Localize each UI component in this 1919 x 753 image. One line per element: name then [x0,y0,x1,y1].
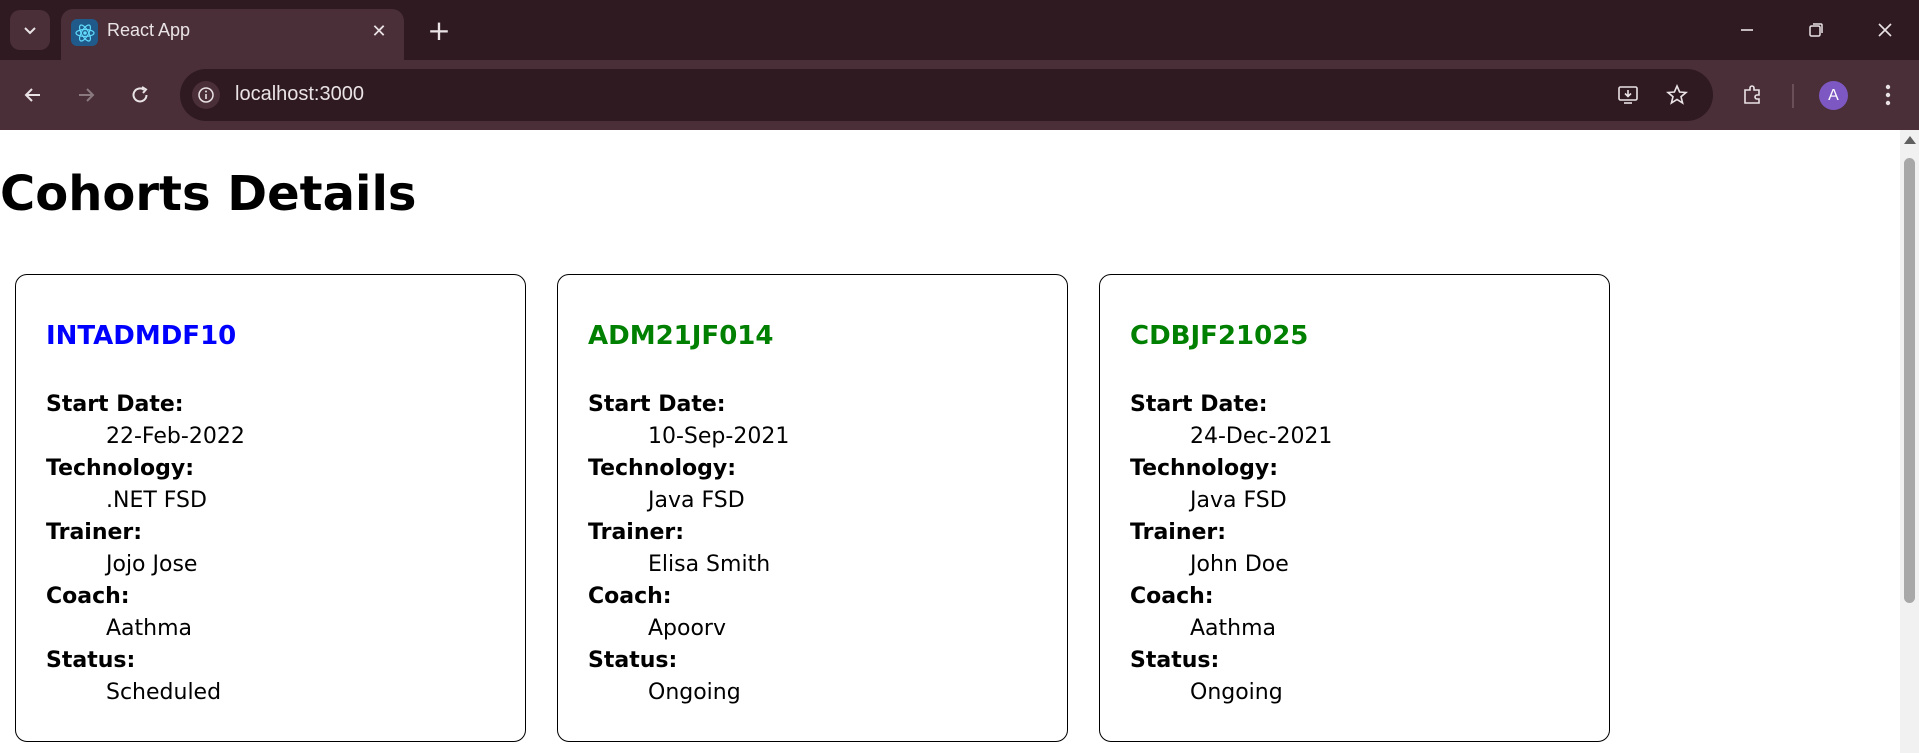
start-date-value: 24-Dec-2021 [1190,424,1333,449]
forward-button[interactable] [68,77,104,113]
page-viewport: Cohorts Details INTADMDF10 Start Date: 2… [0,130,1900,753]
status-value: Ongoing [648,680,741,705]
react-icon [71,19,98,46]
restore-button[interactable] [1793,12,1839,48]
coach-value: Aathma [1190,616,1277,641]
start-date-label: Start Date: [588,392,726,417]
puzzle-icon [1744,85,1760,104]
page-title: Cohorts Details [0,166,417,222]
start-date-label: Start Date: [46,392,184,417]
arrow-left-icon [24,88,40,102]
restore-icon [1809,23,1823,37]
cohort-code: INTADMDF10 [46,321,237,351]
minimize-icon [1741,29,1753,31]
technology-label: Technology: [46,456,195,481]
browser-toolbar: localhost:3000 [0,60,1919,130]
cohort-card: ADM21JF014 Start Date: 10-Sep-2021 Techn… [557,274,1068,742]
minimize-button[interactable] [1724,12,1770,48]
trainer-label: Trainer: [46,520,143,545]
trainer-value: John Doe [1190,552,1289,577]
coach-label: Coach: [588,584,672,609]
status-label: Status: [588,648,678,673]
coach-label: Coach: [46,584,130,609]
tab-search-button[interactable] [10,10,50,50]
close-window-button[interactable] [1862,12,1908,48]
technology-label: Technology: [588,456,737,481]
tab-close-icon[interactable]: ✕ [366,18,392,44]
back-button[interactable] [15,77,51,113]
arrow-right-icon [79,88,95,102]
reload-button[interactable] [122,77,158,113]
start-date-value: 22-Feb-2022 [106,424,245,449]
technology-value: .NET FSD [106,488,207,513]
toolbar-divider [1792,84,1794,108]
trainer-value: Jojo Jose [106,552,198,577]
scroll-up-arrow-icon[interactable] [1904,136,1916,144]
technology-label: Technology: [1130,456,1279,481]
trainer-value: Elisa Smith [648,552,771,577]
tab-bar: React App ✕ + [0,0,1919,60]
trainer-label: Trainer: [1130,520,1227,545]
cohort-code: CDBJF21025 [1130,321,1309,351]
technology-value: Java FSD [648,488,745,513]
status-value: Scheduled [106,680,222,705]
reload-icon [132,86,148,103]
more-vertical-icon [1885,84,1891,106]
close-icon [1878,23,1892,37]
menu-button[interactable] [1870,77,1906,113]
trainer-label: Trainer: [588,520,685,545]
site-info-icon[interactable] [192,81,220,109]
bookmark-star-icon[interactable] [1663,81,1691,109]
tab-title: React App [107,20,191,40]
cohort-card: CDBJF21025 Start Date: 24-Dec-2021 Techn… [1099,274,1610,742]
chevron-down-icon [24,27,36,35]
coach-value: Aathma [106,616,193,641]
coach-label: Coach: [1130,584,1214,609]
technology-value: Java FSD [1190,488,1287,513]
status-value: Ongoing [1190,680,1283,705]
scrollbar-thumb[interactable] [1904,158,1915,603]
profile-avatar[interactable]: A [1819,81,1848,110]
status-label: Status: [1130,648,1220,673]
url-text[interactable]: localhost:3000 [235,83,364,106]
extensions-button[interactable] [1735,77,1771,113]
cohort-card: INTADMDF10 Start Date: 22-Feb-2022 Techn… [15,274,526,742]
cohort-code: ADM21JF014 [588,321,774,351]
new-tab-button[interactable]: + [424,14,454,47]
coach-value: Apoorv [648,616,726,641]
install-app-icon[interactable] [1615,81,1643,109]
start-date-value: 10-Sep-2021 [648,424,790,449]
status-label: Status: [46,648,136,673]
tab-react-app[interactable]: React App ✕ [61,9,404,60]
address-bar[interactable]: localhost:3000 [180,69,1713,121]
vertical-scrollbar[interactable] [1900,130,1919,753]
start-date-label: Start Date: [1130,392,1268,417]
